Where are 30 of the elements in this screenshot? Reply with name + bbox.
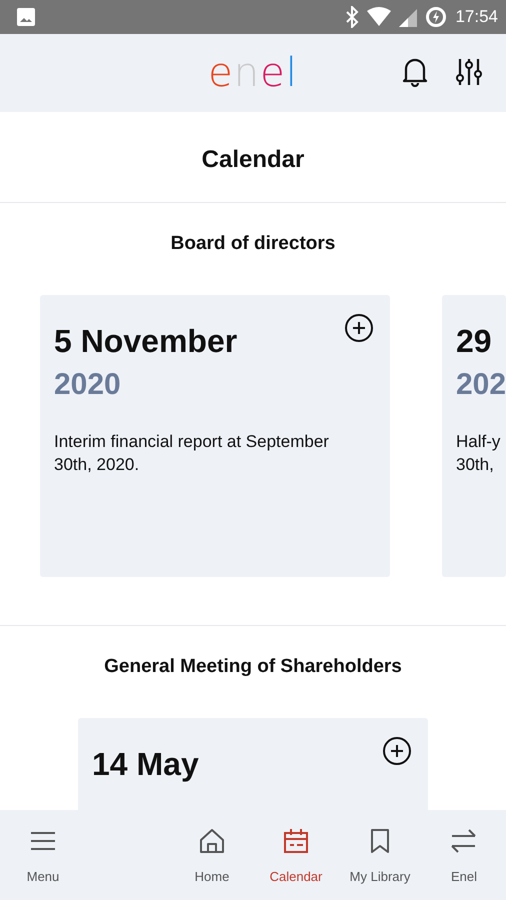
nav-tab[interactable]: Calendar — [254, 810, 338, 900]
swap-arrows-icon — [450, 826, 478, 854]
section-heading: Board of directors — [170, 233, 336, 254]
home-icon — [198, 826, 226, 854]
data-saver-icon — [425, 6, 448, 28]
event-description: Half-y 30th, — [456, 431, 502, 476]
section-heading: General Meeting of Shareholders — [104, 656, 402, 677]
event-year: 202 — [456, 368, 506, 402]
notifications-button[interactable] — [402, 56, 428, 90]
event-date: 5 November — [54, 323, 238, 360]
event-year: 2020 — [54, 368, 121, 402]
event-card[interactable]: 14 May — [78, 718, 428, 810]
calendar-icon — [282, 826, 310, 854]
nav-tab[interactable]: My Library — [338, 810, 422, 900]
event-description: Interim financial report at September 30th, 2020. — [54, 431, 330, 476]
event-date: 29 — [456, 323, 492, 360]
signal-icon — [399, 7, 418, 27]
wifi-icon — [367, 7, 392, 27]
event-card[interactable]: 5 November 2020 Interim financial report at September 30th, 2020. — [40, 295, 390, 577]
bluetooth-icon — [345, 6, 360, 28]
nav-tab[interactable]: Menu — [0, 810, 86, 900]
status-time: 17:54 — [455, 7, 498, 27]
event-card[interactable]: 29 202 Half-y 30th, — [442, 295, 506, 577]
event-date: 14 May — [92, 746, 199, 783]
image-icon — [16, 7, 36, 27]
add-button[interactable] — [344, 313, 374, 343]
page-title: Calendar — [0, 112, 506, 203]
nav-tab[interactable]: Home — [170, 810, 254, 900]
nav-tab[interactable]: Enel — [422, 810, 506, 900]
add-button[interactable] — [382, 736, 412, 766]
